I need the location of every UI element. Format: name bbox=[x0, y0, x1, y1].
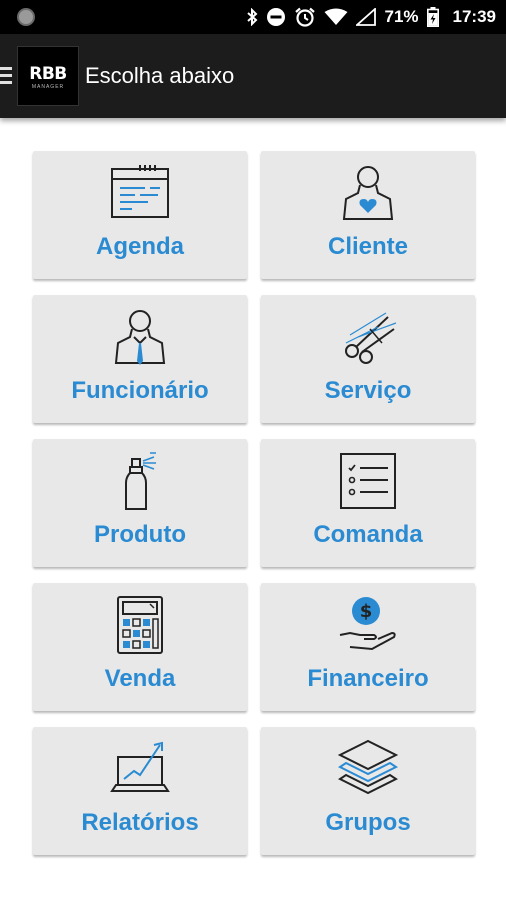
signal-icon bbox=[356, 8, 377, 26]
tile-servico[interactable]: Serviço bbox=[261, 295, 475, 423]
tile-relatorios[interactable]: Relatórios bbox=[33, 727, 247, 855]
tile-venda[interactable]: Venda bbox=[33, 583, 247, 711]
app-bar: RBB MANAGER Escolha abaixo bbox=[0, 34, 506, 118]
employee-tie-icon bbox=[114, 310, 166, 365]
menu-icon[interactable] bbox=[0, 67, 12, 85]
layers-icon bbox=[338, 739, 398, 795]
money-hand-icon: $ bbox=[339, 597, 396, 651]
status-time: 17:39 bbox=[452, 7, 496, 26]
tile-label: Serviço bbox=[324, 377, 412, 404]
tile-label: Agenda bbox=[95, 233, 184, 260]
laptop-chart-icon bbox=[110, 741, 170, 792]
logo-text: RBB bbox=[29, 64, 67, 84]
tile-agenda[interactable]: Agenda bbox=[33, 151, 247, 279]
checklist-icon bbox=[340, 453, 396, 509]
tile-produto[interactable]: Produto bbox=[33, 439, 247, 567]
battery-percent: 71% bbox=[384, 7, 419, 26]
tile-funcionario[interactable]: Funcionário bbox=[33, 295, 247, 423]
status-icons: 71% 17:39 bbox=[246, 0, 496, 34]
tile-label: Venda bbox=[104, 665, 176, 692]
tile-label: Relatórios bbox=[81, 809, 199, 836]
tile-grupos[interactable]: Grupos bbox=[261, 727, 475, 855]
tile-financeiro[interactable]: $ Financeiro bbox=[261, 583, 475, 711]
svg-text:$: $ bbox=[360, 601, 373, 622]
app-logo[interactable]: RBB MANAGER bbox=[17, 46, 79, 106]
do-not-disturb-icon bbox=[267, 8, 286, 26]
page-title: Escolha abaixo bbox=[85, 63, 235, 88]
tile-label: Cliente bbox=[327, 233, 408, 260]
tile-cliente[interactable]: Cliente bbox=[261, 151, 475, 279]
client-heart-icon bbox=[342, 166, 394, 220]
wifi-icon bbox=[324, 8, 348, 25]
tile-comanda[interactable]: Comanda bbox=[261, 439, 475, 567]
calculator-icon bbox=[117, 596, 163, 654]
scissors-icon bbox=[345, 312, 397, 364]
logo-subtext: MANAGER bbox=[31, 84, 65, 90]
alarm-icon bbox=[295, 7, 316, 27]
spray-bottle-icon bbox=[125, 452, 156, 510]
tile-label: Produto bbox=[94, 521, 186, 548]
tile-label: Funcionário bbox=[71, 377, 209, 404]
status-bar: 71% 17:39 bbox=[0, 0, 506, 34]
calendar-icon bbox=[111, 165, 169, 218]
tile-label: Comanda bbox=[313, 521, 423, 548]
tile-label: Financeiro bbox=[307, 665, 429, 692]
bluetooth-icon bbox=[247, 8, 258, 26]
tile-label: Grupos bbox=[325, 809, 411, 836]
battery-icon bbox=[426, 7, 439, 27]
notification-dot-icon bbox=[17, 8, 35, 26]
